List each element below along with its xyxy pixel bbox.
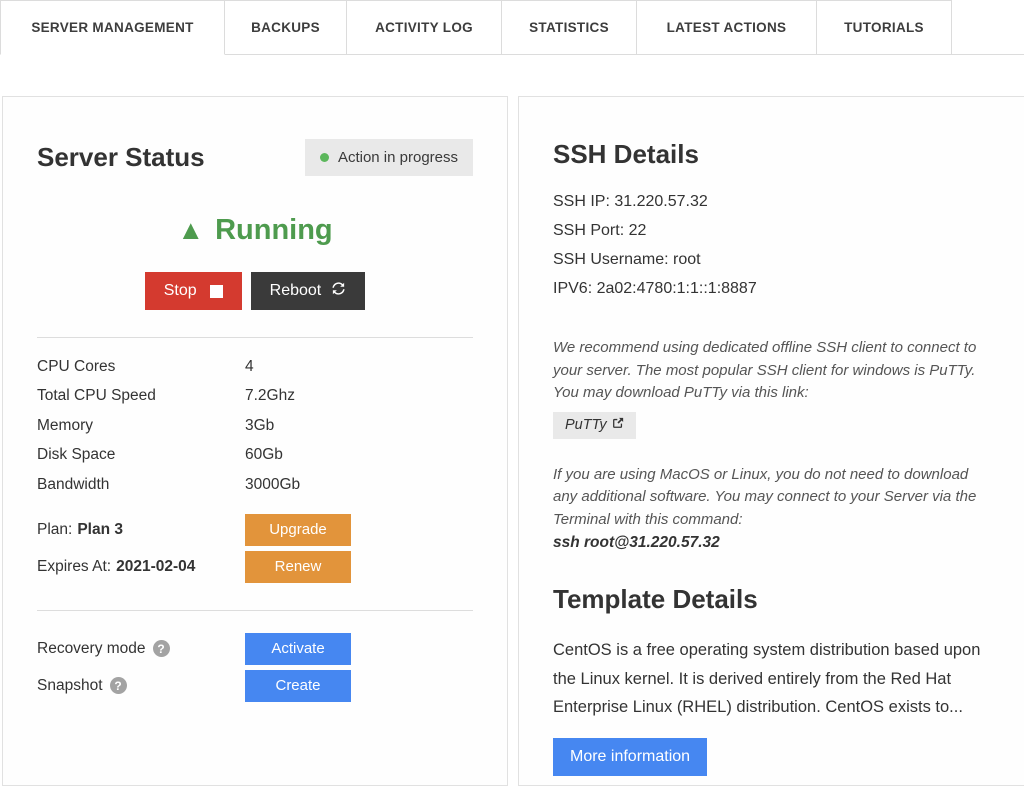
expires-label-cell: Expires At: 2021-02-04 (37, 558, 245, 576)
more-information-button[interactable]: More information (553, 738, 707, 776)
ssh-details-panel: SSH Details SSH IP: 31.220.57.32 SSH Por… (518, 96, 1024, 786)
spec-list: CPU Cores 4 Total CPU Speed 7.2Ghz Memor… (37, 352, 473, 500)
stop-button-label: Stop (164, 282, 197, 300)
spec-value: 3000Gb (245, 476, 300, 494)
snapshot-row: Snapshot ? Create (37, 670, 473, 702)
stop-square-icon (210, 285, 223, 298)
spec-label: CPU Cores (37, 358, 245, 376)
ssh-command: ssh root@31.220.57.32 (553, 534, 1005, 552)
spec-row-bandwidth: Bandwidth 3000Gb (37, 470, 473, 500)
action-in-progress-badge: Action in progress (305, 139, 473, 176)
refresh-icon (331, 281, 346, 301)
recovery-mode-label: Recovery mode (37, 640, 146, 658)
template-description: CentOS is a free operating system distri… (553, 636, 998, 722)
server-status-title: Server Status (37, 142, 205, 173)
tab-bar: SERVER MANAGEMENT BACKUPS ACTIVITY LOG S… (0, 0, 1024, 55)
plan-label: Plan: (37, 521, 72, 539)
ssh-username-line: SSH Username: root (553, 245, 1005, 274)
putty-note: We recommend using dedicated offline SSH… (553, 337, 993, 405)
spec-label: Memory (37, 417, 245, 435)
external-link-icon (612, 417, 624, 433)
running-triangle-icon: ▲ (177, 217, 204, 244)
spec-value: 7.2Ghz (245, 387, 295, 405)
snapshot-label: Snapshot (37, 677, 103, 695)
divider-top (37, 337, 473, 338)
spec-row-cpu-cores: CPU Cores 4 (37, 352, 473, 382)
reboot-button[interactable]: Reboot (251, 272, 366, 310)
divider-bottom (37, 610, 473, 611)
spec-row-disk-space: Disk Space 60Gb (37, 441, 473, 471)
plan-row: Plan: Plan 3 Upgrade (37, 514, 473, 546)
expires-label: Expires At: (37, 558, 111, 576)
tab-activity-log[interactable]: ACTIVITY LOG (347, 0, 502, 55)
reboot-button-label: Reboot (270, 282, 322, 300)
spec-label: Total CPU Speed (37, 387, 245, 405)
ssh-details-title: SSH Details (553, 139, 1005, 170)
ssh-info-list: SSH IP: 31.220.57.32 SSH Port: 22 SSH Us… (553, 187, 1005, 303)
status-dot-icon (320, 153, 329, 162)
tab-server-management[interactable]: SERVER MANAGEMENT (0, 0, 225, 55)
tabbar-filler (952, 0, 1024, 55)
spec-row-memory: Memory 3Gb (37, 411, 473, 441)
tab-latest-actions[interactable]: LATEST ACTIONS (637, 0, 817, 55)
help-icon[interactable]: ? (110, 677, 127, 694)
tab-statistics[interactable]: STATISTICS (502, 0, 637, 55)
server-state-label: Running (215, 214, 333, 247)
ipv6-line: IPV6: 2a02:4780:1:1::1:8887 (553, 274, 1005, 303)
recovery-label-cell: Recovery mode ? (37, 640, 245, 658)
ssh-ip-line: SSH IP: 31.220.57.32 (553, 187, 1005, 216)
server-state: ▲ Running (37, 214, 473, 247)
tab-backups[interactable]: BACKUPS (225, 0, 347, 55)
server-status-panel: Server Status Action in progress ▲ Runni… (2, 96, 508, 786)
template-details-title: Template Details (553, 584, 1005, 615)
snapshot-label-cell: Snapshot ? (37, 677, 245, 695)
upgrade-button[interactable]: Upgrade (245, 514, 351, 546)
plan-value: Plan 3 (77, 521, 123, 539)
spec-row-cpu-speed: Total CPU Speed 7.2Ghz (37, 382, 473, 412)
terminal-note: If you are using MacOS or Linux, you do … (553, 464, 993, 532)
tab-tutorials[interactable]: TUTORIALS (817, 0, 952, 55)
putty-link-label: PuTTy (565, 417, 607, 433)
expires-value: 2021-02-04 (116, 558, 195, 576)
spec-value: 3Gb (245, 417, 274, 435)
power-buttons: Stop Reboot (37, 272, 473, 310)
create-button[interactable]: Create (245, 670, 351, 702)
expires-row: Expires At: 2021-02-04 Renew (37, 551, 473, 583)
renew-button[interactable]: Renew (245, 551, 351, 583)
spec-value: 4 (245, 358, 254, 376)
spec-value: 60Gb (245, 446, 283, 464)
recovery-mode-row: Recovery mode ? Activate (37, 633, 473, 665)
badge-label: Action in progress (338, 149, 458, 166)
putty-link-button[interactable]: PuTTy (553, 412, 636, 439)
stop-button[interactable]: Stop (145, 272, 242, 310)
activate-button[interactable]: Activate (245, 633, 351, 665)
help-icon[interactable]: ? (153, 640, 170, 657)
spec-label: Disk Space (37, 446, 245, 464)
ssh-port-line: SSH Port: 22 (553, 216, 1005, 245)
server-status-header: Server Status Action in progress (37, 139, 473, 176)
plan-label-cell: Plan: Plan 3 (37, 521, 245, 539)
spec-label: Bandwidth (37, 476, 245, 494)
